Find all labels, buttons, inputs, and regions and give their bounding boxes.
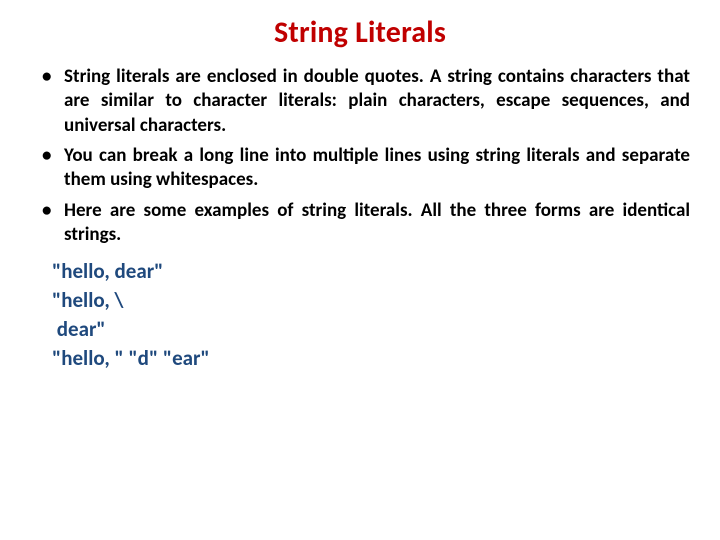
list-item: You can break a long line into multiple … (58, 144, 690, 193)
bullet-list: String literals are enclosed in double q… (30, 65, 690, 247)
list-item: Here are some examples of string literal… (58, 199, 690, 248)
code-examples: "hello, dear" "hello, \ dear" "hello, " … (52, 257, 690, 373)
list-item: String literals are enclosed in double q… (58, 65, 690, 138)
slide: String Literals String literals are encl… (0, 0, 720, 540)
page-title: String Literals (30, 14, 690, 51)
